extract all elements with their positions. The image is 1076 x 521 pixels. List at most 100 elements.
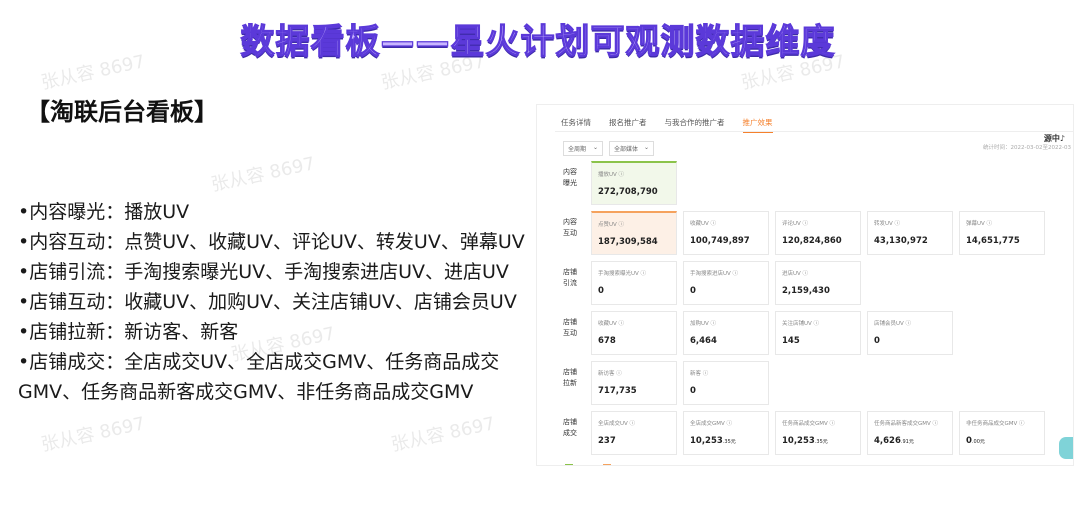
metric-label: 加购UV ⓘ xyxy=(690,321,717,327)
metric-number: 717,735 xyxy=(598,386,637,396)
bullet-item: •店铺引流：手淘搜索曝光UV、手淘搜索进店UV、进店UV xyxy=(18,261,509,283)
section-heading: 【淘联后台看板】 xyxy=(26,98,218,126)
metric-row: 内容 曝光 播放UV ⓘ 272,708,790 xyxy=(563,161,677,205)
legend xyxy=(565,464,611,465)
metric-number: 43,130,972 xyxy=(874,236,928,246)
metric-value: 0 xyxy=(690,386,762,396)
bullet-item: •店铺拉新：新访客、新客 xyxy=(18,321,239,343)
metric-card[interactable]: 手淘搜索曝光UV ⓘ 0 xyxy=(591,261,677,305)
bullet-item: •店铺成交：全店成交UV、全店成交GMV、任务商品成交 GMV、任务商品新客成交… xyxy=(18,351,500,403)
metric-number: 237 xyxy=(598,436,616,446)
metric-unit: .00元 xyxy=(971,439,985,445)
metric-card[interactable]: 店铺会员UV ⓘ 0 xyxy=(867,311,953,355)
metric-label: 任务商品成交GMV ⓘ xyxy=(782,421,836,427)
metric-card[interactable]: 全店成交GMV ⓘ 10,253.35元 xyxy=(683,411,769,455)
metric-value: 678 xyxy=(598,336,670,346)
row-label: 店铺 互动 xyxy=(563,318,577,337)
metric-row: 店铺 拉新 新访客 ⓘ 717,735 新客 ⓘ 0 xyxy=(563,361,769,405)
metric-row: 内容 互动 点赞UV ⓘ 187,309,584 收藏UV ⓘ 100,749,897 评… xyxy=(563,211,1045,255)
metric-number: 14,651,775 xyxy=(966,236,1020,246)
metric-card[interactable]: 关注店铺UV ⓘ 145 xyxy=(775,311,861,355)
metric-label: 评论UV ⓘ xyxy=(782,221,809,227)
bullet-item: •内容互动：点赞UV、收藏UV、评论UV、转发UV、弹幕UV xyxy=(18,231,525,253)
metric-card[interactable]: 任务商品新客成交GMV ⓘ 4,626.91元 xyxy=(867,411,953,455)
metric-card[interactable]: 收藏UV ⓘ 678 xyxy=(591,311,677,355)
metric-card[interactable]: 全店成交UV ⓘ 237 xyxy=(591,411,677,455)
metric-card[interactable]: 收藏UV ⓘ 100,749,897 xyxy=(683,211,769,255)
row-label: 店铺 拉新 xyxy=(563,368,577,387)
chevron-down-icon: ⌄ xyxy=(592,144,598,151)
metric-card[interactable]: 播放UV ⓘ 272,708,790 xyxy=(591,161,677,205)
metric-label: 全店成交GMV ⓘ xyxy=(690,421,733,427)
metric-row: 店铺 互动 收藏UV ⓘ 678 加购UV ⓘ 6,464 关注店铺UV ⓘ 145 店铺会员… xyxy=(563,311,953,355)
metric-number: 10,253 xyxy=(690,436,723,446)
metric-number: 10,253 xyxy=(782,436,815,446)
metric-card[interactable]: 弹幕UV ⓘ 14,651,775 xyxy=(959,211,1045,255)
metric-card[interactable]: 转发UV ⓘ 43,130,972 xyxy=(867,211,953,255)
metric-number: 0 xyxy=(690,386,696,396)
metric-card[interactable]: 新客 ⓘ 0 xyxy=(683,361,769,405)
metric-label: 全店成交UV ⓘ xyxy=(598,421,636,427)
metric-label: 弹幕UV ⓘ xyxy=(966,221,993,227)
bullet-item: •内容曝光：播放UV xyxy=(18,201,190,223)
metric-card[interactable]: 进店UV ⓘ 2,159,430 xyxy=(775,261,861,305)
metric-unit: .91元 xyxy=(900,439,914,445)
metric-card[interactable]: 加购UV ⓘ 6,464 xyxy=(683,311,769,355)
metric-label: 收藏UV ⓘ xyxy=(690,221,717,227)
metric-value: 272,708,790 xyxy=(598,187,670,197)
metric-value: 2,159,430 xyxy=(782,286,854,296)
metric-label: 转发UV ⓘ xyxy=(874,221,901,227)
metric-number: 120,824,860 xyxy=(782,236,842,246)
metric-value: 237 xyxy=(598,436,670,446)
metric-number: 0 xyxy=(874,336,880,346)
metric-value: 4,626.91元 xyxy=(874,436,946,446)
period-select[interactable]: 全周期 ⌄ xyxy=(563,141,603,156)
metric-value: 187,309,584 xyxy=(598,237,670,247)
metric-number: 4,626 xyxy=(874,436,901,446)
metric-value: 145 xyxy=(782,336,854,346)
metric-label: 非任务商品成交GMV ⓘ xyxy=(966,421,1025,427)
metric-value: 0.00元 xyxy=(966,436,1038,446)
period-select-value: 全周期 xyxy=(568,146,587,153)
metric-number: 0 xyxy=(598,286,604,296)
metric-label: 关注店铺UV ⓘ xyxy=(782,321,820,327)
metric-label: 新客 ⓘ xyxy=(690,371,709,377)
metric-label: 手淘搜索进店UV ⓘ xyxy=(690,271,739,277)
tab-divider xyxy=(555,131,1073,132)
metric-unit: .35元 xyxy=(722,439,736,445)
watermark: 张从容 8697 xyxy=(39,413,147,456)
metric-card[interactable]: 点赞UV ⓘ 187,309,584 xyxy=(591,211,677,255)
metric-number: 187,309,584 xyxy=(598,237,658,247)
metric-label: 收藏UV ⓘ xyxy=(598,321,625,327)
metric-number: 678 xyxy=(598,336,616,346)
watermark: 张从容 8697 xyxy=(389,413,497,456)
metric-card[interactable]: 评论UV ⓘ 120,824,860 xyxy=(775,211,861,255)
metric-value: 120,824,860 xyxy=(782,236,854,246)
metric-label: 手淘搜索曝光UV ⓘ xyxy=(598,271,647,277)
slide-title: 数据看板——星火计划可观测数据维度 xyxy=(240,21,836,62)
row-label: 内容 曝光 xyxy=(563,168,577,187)
row-label: 店铺 引流 xyxy=(563,268,577,287)
media-select[interactable]: 全部媒体 ⌄ xyxy=(609,141,655,156)
metric-value: 10,253.35元 xyxy=(690,436,762,446)
metric-card[interactable]: 手淘搜索进店UV ⓘ 0 xyxy=(683,261,769,305)
legend-swatch xyxy=(603,464,611,465)
bullet-item: •店铺互动：收藏UV、加购UV、关注店铺UV、店铺会员UV xyxy=(18,291,517,313)
metric-number: 6,464 xyxy=(690,336,717,346)
assistant-mascot-icon[interactable] xyxy=(1059,437,1073,459)
metric-value: 14,651,775 xyxy=(966,236,1038,246)
metric-value: 0 xyxy=(598,286,670,296)
bullet-list: •内容曝光：播放UV •内容互动：点赞UV、收藏UV、评论UV、转发UV、弹幕U… xyxy=(18,197,538,407)
metric-label: 点赞UV ⓘ xyxy=(598,222,625,228)
metric-number: 272,708,790 xyxy=(598,187,658,197)
metric-number: 0 xyxy=(690,286,696,296)
metric-label: 进店UV ⓘ xyxy=(782,271,809,277)
metric-value: 0 xyxy=(690,286,762,296)
filter-bar: 全周期 ⌄ 全部媒体 ⌄ xyxy=(563,141,655,156)
metric-card[interactable]: 任务商品成交GMV ⓘ 10,253.35元 xyxy=(775,411,861,455)
metric-unit: .35元 xyxy=(814,439,828,445)
metric-card[interactable]: 非任务商品成交GMV ⓘ 0.00元 xyxy=(959,411,1045,455)
metric-card[interactable]: 新访客 ⓘ 717,735 xyxy=(591,361,677,405)
metric-label: 新访客 ⓘ xyxy=(598,371,622,377)
watermark: 张从容 8697 xyxy=(209,153,317,196)
